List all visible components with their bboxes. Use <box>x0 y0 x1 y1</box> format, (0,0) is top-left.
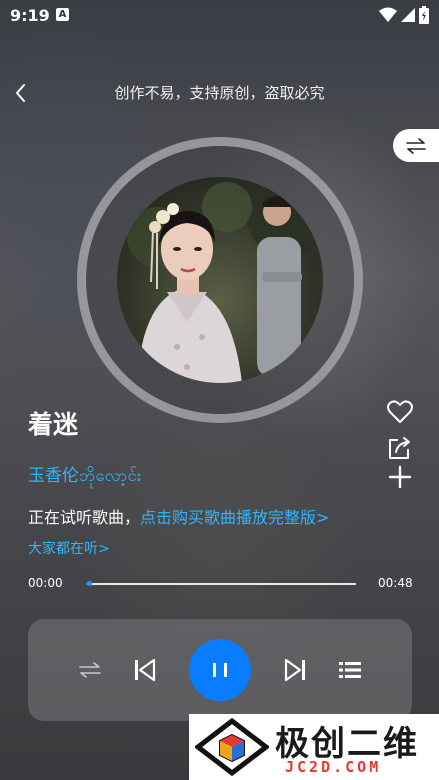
share-button[interactable] <box>386 434 414 462</box>
total-time: 00:48 <box>378 576 413 590</box>
playback-controls <box>28 619 412 721</box>
status-icons <box>379 6 429 24</box>
switch-button[interactable] <box>393 129 439 162</box>
watermark-subtitle: JC2D.COM <box>285 758 382 776</box>
previous-button[interactable] <box>130 656 158 684</box>
notification-icon: A <box>56 8 69 21</box>
add-button[interactable] <box>386 463 414 491</box>
add-icon <box>388 465 412 489</box>
next-button[interactable] <box>282 656 310 684</box>
heart-icon <box>387 400 413 423</box>
playlist-icon <box>339 662 361 678</box>
pause-button[interactable] <box>189 639 251 701</box>
artist-name[interactable]: 玉香伦ဘိုလော့င်း <box>28 461 141 490</box>
status-time: 9:19 <box>10 6 50 25</box>
buy-full-song-link[interactable]: 点击购买歌曲播放完整版> <box>140 508 329 527</box>
switch-icon <box>406 137 426 154</box>
album-cover-art <box>127 177 323 383</box>
progress-bar[interactable] <box>86 581 356 586</box>
copyright-notice: 创作不易，支持原创，盗取必究 <box>114 84 325 102</box>
watermark: 极创二维 JC2D.COM <box>189 714 439 780</box>
loop-mode-button[interactable] <box>76 657 104 683</box>
playlist-button[interactable] <box>336 657 364 683</box>
pause-icon <box>213 663 227 677</box>
favorite-button[interactable] <box>386 398 414 426</box>
current-time: 00:00 <box>28 576 63 590</box>
share-icon <box>389 437 410 459</box>
previous-icon <box>135 658 156 682</box>
wifi-icon <box>379 7 397 22</box>
watermark-logo <box>195 718 269 776</box>
trial-notice: 正在试听歌曲，点击购买歌曲播放完整版> <box>28 504 329 528</box>
battery-icon <box>419 6 429 24</box>
loop-icon <box>79 662 101 678</box>
trial-prefix: 正在试听歌曲， <box>28 508 141 527</box>
everyone-listening-link[interactable]: 大家都在听> <box>28 538 110 558</box>
status-bar: 9:19 A <box>0 0 439 32</box>
album-cover[interactable] <box>117 177 323 383</box>
next-icon <box>284 658 305 682</box>
song-title: 着迷 <box>28 410 79 439</box>
signal-icon <box>401 8 415 22</box>
progress-knob[interactable] <box>86 581 92 586</box>
